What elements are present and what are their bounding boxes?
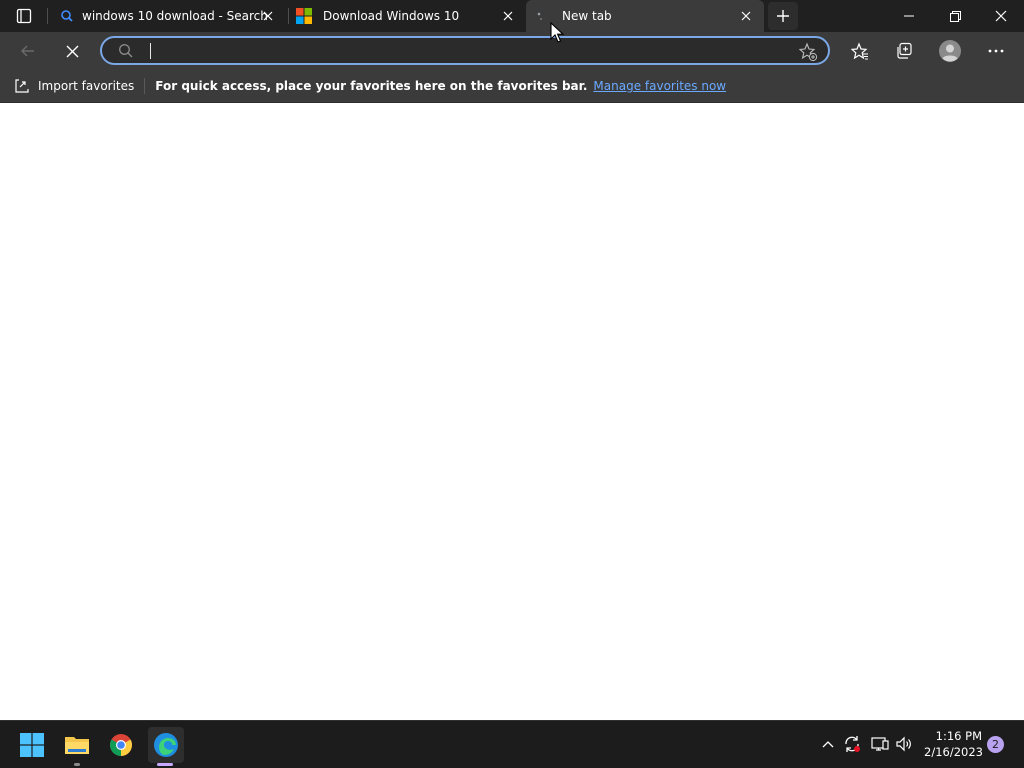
sync-icon (845, 736, 860, 752)
settings-more-button[interactable] (980, 35, 1012, 67)
restore-button[interactable] (932, 0, 978, 32)
mouse-cursor-icon (550, 22, 564, 43)
tab-actions-button[interactable] (8, 4, 40, 28)
file-explorer-button[interactable] (61, 729, 93, 761)
favorites-star-icon (851, 42, 868, 60)
close-window-button[interactable] (978, 0, 1024, 32)
app-active-indicator (157, 763, 173, 766)
address-bar[interactable] (100, 36, 830, 65)
file-explorer-icon (65, 737, 89, 754)
chevron-up-icon (822, 741, 834, 748)
text-caret (150, 43, 151, 59)
show-hidden-icons-button[interactable] (818, 734, 838, 754)
tab-separator (47, 8, 48, 24)
chrome-button[interactable] (105, 729, 137, 761)
back-button[interactable] (12, 35, 44, 67)
search-icon (61, 10, 73, 22)
tab-close-button[interactable] (498, 6, 518, 26)
clock-date: 2/16/2023 (924, 745, 983, 759)
tab-close-button[interactable] (258, 6, 278, 26)
loading-icon (537, 12, 543, 21)
start-icon (20, 733, 44, 757)
close-icon (741, 11, 751, 21)
favorites-separator (144, 78, 146, 94)
close-icon (503, 11, 513, 21)
address-input[interactable] (146, 42, 790, 62)
close-icon (995, 10, 1007, 22)
import-favorites-icon (15, 79, 29, 93)
toolbar (0, 32, 1024, 70)
network-button[interactable] (870, 734, 890, 754)
import-favorites-button[interactable]: Import favorites (14, 78, 134, 94)
back-arrow-icon (21, 45, 34, 57)
close-icon (263, 11, 273, 21)
clock[interactable]: 1:16 PM 2/16/2023 (924, 728, 983, 760)
collections-icon (897, 42, 912, 59)
chrome-icon (110, 734, 132, 756)
favorites-bar: Import favorites For quick access, place… (0, 70, 1024, 103)
import-favorites-label: Import favorites (38, 79, 135, 93)
tab-title: windows 10 download - Search (82, 9, 268, 23)
volume-icon (896, 736, 911, 752)
taskbar: 1:16 PM 2/16/2023 2 (0, 720, 1024, 768)
volume-button[interactable] (894, 734, 914, 754)
microsoft-logo-icon (296, 8, 312, 24)
tab-download-windows[interactable]: Download Windows 10 (290, 0, 526, 32)
add-favorite-star-icon[interactable] (798, 42, 818, 62)
stop-loading-button[interactable] (56, 35, 88, 67)
new-tab-button[interactable] (768, 2, 798, 30)
page-content (0, 103, 1024, 720)
manage-favorites-link[interactable]: Manage favorites now (593, 79, 726, 93)
clock-time: 1:16 PM (935, 729, 982, 743)
favorites-button[interactable] (844, 35, 876, 67)
collections-button[interactable] (888, 35, 920, 67)
sync-status-button[interactable] (842, 734, 862, 754)
network-icon (871, 737, 889, 751)
close-icon (66, 45, 78, 57)
tab-title: Download Windows 10 (323, 9, 460, 23)
profile-button[interactable] (934, 35, 966, 67)
plus-icon (777, 10, 789, 22)
minimize-icon (904, 15, 914, 17)
tab-title: New tab (562, 9, 612, 23)
favorites-bar-message: For quick access, place your favorites h… (155, 79, 588, 93)
edge-button[interactable] (148, 727, 184, 763)
tab-actions-icon (16, 8, 32, 24)
restore-icon (949, 10, 961, 22)
avatar-icon (939, 40, 961, 62)
edge-icon (154, 733, 178, 757)
tab-close-button[interactable] (736, 6, 756, 26)
tab-bar: windows 10 download - Search Download Wi… (0, 0, 1024, 32)
more-dots-icon (988, 49, 1004, 53)
app-running-indicator (74, 763, 80, 766)
start-button[interactable] (16, 729, 48, 761)
notification-badge[interactable]: 2 (987, 736, 1004, 753)
search-icon (119, 44, 133, 58)
tab-separator (288, 8, 289, 24)
minimize-button[interactable] (886, 0, 932, 32)
tab-search[interactable]: windows 10 download - Search (52, 0, 286, 32)
